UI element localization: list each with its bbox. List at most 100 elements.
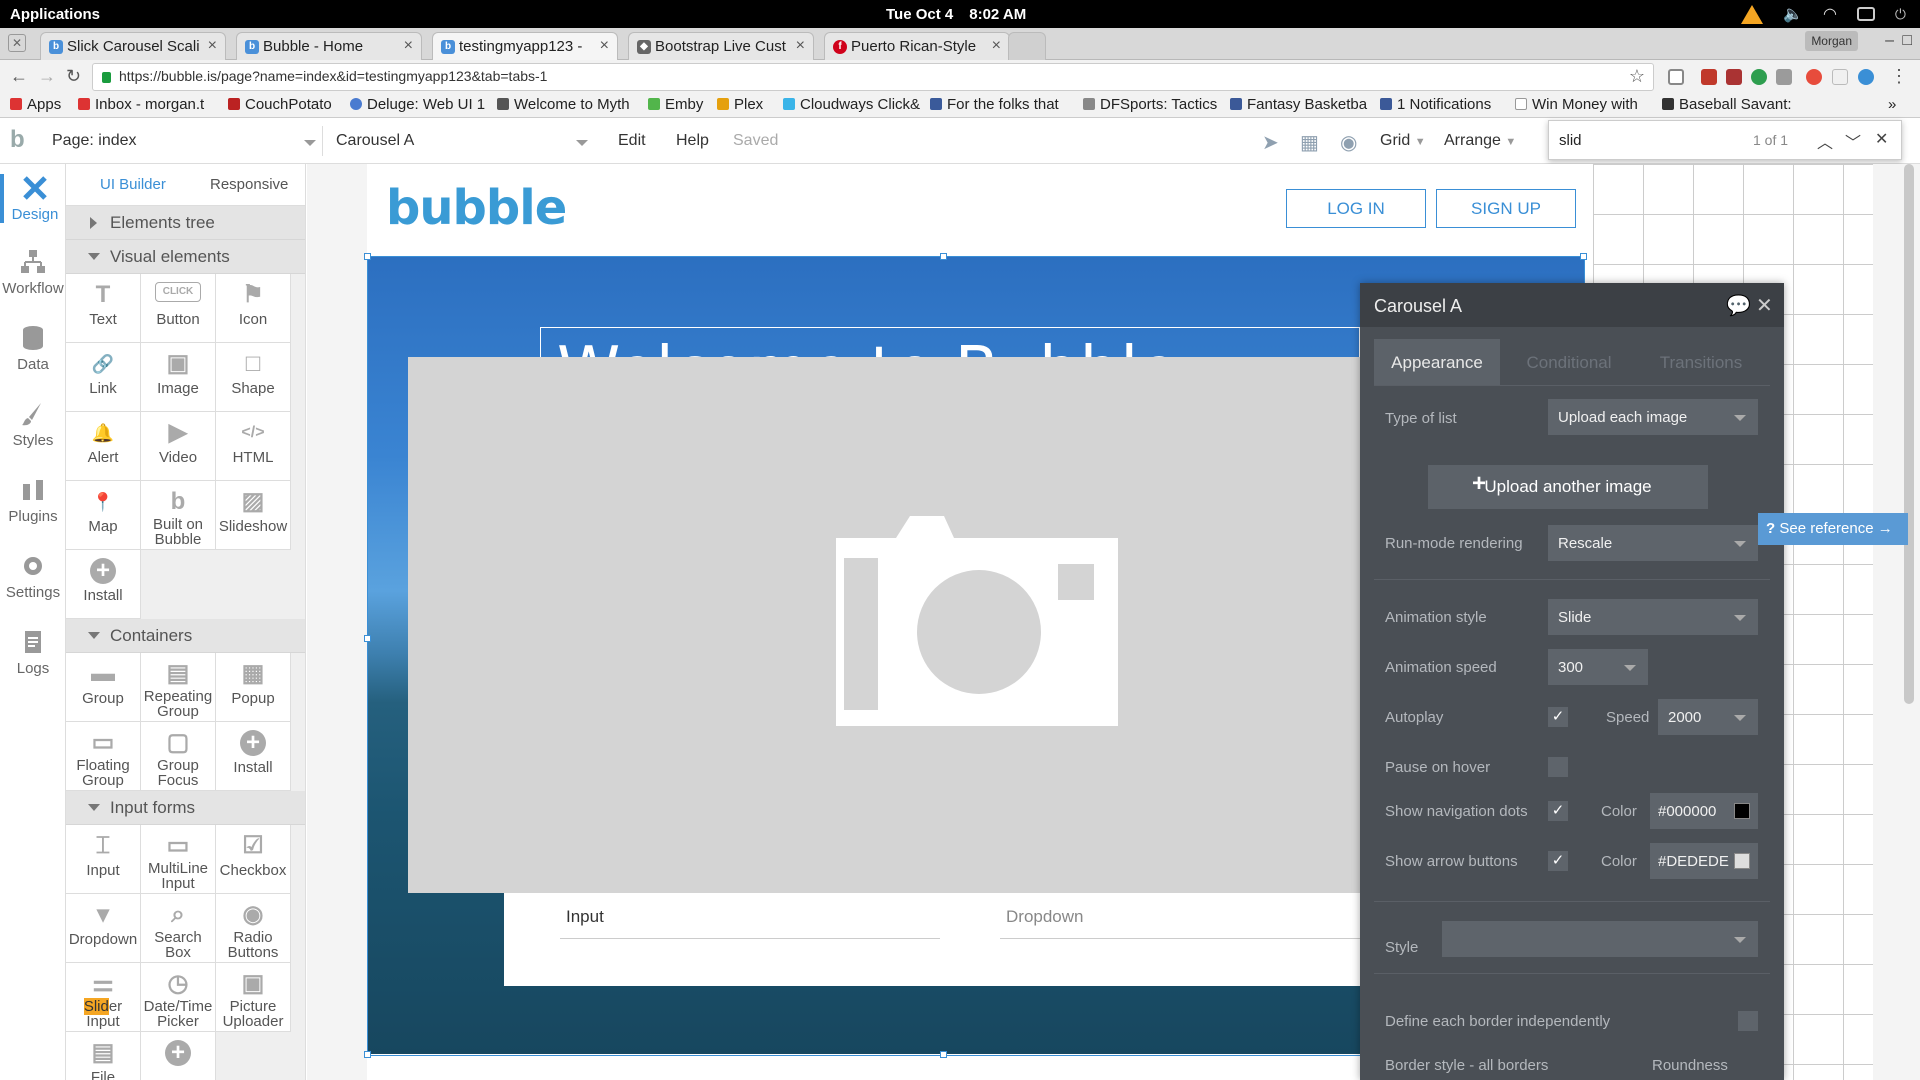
section-containers[interactable]: Containers — [66, 619, 305, 653]
type-of-list-dropdown[interactable]: Upload each image — [1548, 399, 1758, 435]
palette-item-built-on-bubble[interactable]: b Built on Bubble — [141, 481, 216, 550]
extension-icon[interactable] — [1701, 69, 1717, 85]
palette-item-popup[interactable]: ▦ Popup — [216, 653, 291, 722]
color-swatch[interactable] — [1734, 803, 1750, 819]
extension-icon[interactable] — [1858, 69, 1874, 85]
reload-icon[interactable]: ↻ — [66, 66, 81, 87]
palette-item-group[interactable]: ▬ Group — [66, 653, 141, 722]
signup-button[interactable]: SIGN UP — [1436, 189, 1576, 228]
volume-icon[interactable]: 🔈 — [1783, 4, 1803, 24]
palette-item-floating-group[interactable]: ▭ Floating Group — [66, 722, 141, 791]
bookmark[interactable]: Plex — [717, 96, 763, 113]
arrange-menu[interactable]: Arrange ▼ — [1444, 132, 1516, 150]
new-tab-button[interactable] — [1008, 32, 1046, 60]
forward-icon[interactable]: → — [38, 66, 56, 87]
rail-item-design[interactable]: Design — [0, 174, 66, 223]
animation-style-dropdown[interactable]: Slide — [1548, 599, 1758, 635]
pointer-icon[interactable]: ➤ — [1262, 130, 1279, 155]
tab-close-icon[interactable]: × — [600, 37, 609, 55]
rail-item-workflow[interactable]: Workflow — [0, 248, 66, 297]
section-elements-tree[interactable]: Elements tree — [66, 206, 305, 240]
resize-handle[interactable] — [940, 1051, 947, 1058]
more-bookmarks-icon[interactable]: » — [1888, 96, 1896, 113]
palette-item-shape[interactable]: □ Shape — [216, 343, 291, 412]
palette-item-input[interactable]: ⌶ Input — [66, 825, 141, 894]
bookmark[interactable]: Welcome to Myth — [497, 96, 630, 113]
palette-item-button[interactable]: CLICK Button — [141, 274, 216, 343]
tab-close-icon[interactable]: × — [796, 37, 805, 55]
extension-icon[interactable] — [1776, 69, 1792, 85]
element-selector[interactable]: Carousel A — [336, 126, 588, 156]
bookmark-star-icon[interactable]: ☆ — [1629, 66, 1645, 87]
login-button[interactable]: LOG IN — [1286, 189, 1426, 228]
browser-tab[interactable]: f Puerto Rican-Style × — [824, 32, 1010, 60]
palette-item-icon[interactable]: ⚑ Icon — [216, 274, 291, 343]
resize-handle[interactable] — [364, 253, 371, 260]
palette-item-link[interactable]: 🔗 Link — [66, 343, 141, 412]
border-independent-checkbox[interactable] — [1738, 1011, 1758, 1031]
cast-icon[interactable] — [1668, 69, 1684, 85]
bubble-logo[interactable]: bubble — [386, 180, 567, 236]
palette-item-group-focus[interactable]: ▢ Group Focus — [141, 722, 216, 791]
tab-ui-builder[interactable]: UI Builder — [100, 176, 166, 193]
palette-item-text[interactable]: T Text — [66, 274, 141, 343]
palette-item-map[interactable]: 📍 Map — [66, 481, 141, 550]
resize-handle[interactable] — [940, 253, 947, 260]
palette-item-checkbox[interactable]: ☑ Checkbox — [216, 825, 291, 894]
palette-item-picture-uploader[interactable]: ▣ Picture Uploader — [216, 963, 291, 1032]
panel-header[interactable]: Carousel A 💬 ✕ — [1360, 283, 1784, 327]
palette-item-install[interactable]: + — [141, 1032, 216, 1080]
bookmark[interactable]: DFSports: Tactics — [1083, 96, 1217, 113]
extension-icon[interactable] — [1832, 69, 1848, 85]
browser-tab[interactable]: b Slick Carousel Scali × — [40, 32, 226, 60]
autoplay-checkbox[interactable]: ✓ — [1548, 707, 1568, 727]
see-reference-button[interactable]: ? See reference → — [1758, 513, 1908, 545]
bookmark[interactable]: Apps — [10, 96, 61, 113]
section-visual-elements[interactable]: Visual elements — [66, 240, 305, 274]
bookmark[interactable]: Cloudways Click& — [783, 96, 920, 113]
find-next-icon[interactable]: ﹀ — [1845, 129, 1861, 153]
browser-tab[interactable]: ◆ Bootstrap Live Cust × — [628, 32, 814, 60]
clock[interactable]: Tue Oct 4 8:02 AM — [886, 6, 1042, 23]
palette-item-video[interactable]: ▶ Video — [141, 412, 216, 481]
tab-responsive[interactable]: Responsive — [210, 176, 288, 193]
arrow-color-input[interactable]: #DEDEDE — [1650, 843, 1758, 879]
bookmark[interactable]: For the folks that — [930, 96, 1059, 113]
palette-item-install[interactable]: + Install — [216, 722, 291, 791]
grid-menu[interactable]: Grid ▼ — [1380, 132, 1426, 150]
bookmark[interactable]: Deluge: Web UI 1 — [350, 96, 485, 113]
bookmark[interactable]: Inbox - morgan.t — [78, 96, 204, 113]
find-input[interactable]: slid — [1559, 132, 1582, 149]
resize-handle[interactable] — [1580, 253, 1587, 260]
battery-icon[interactable] — [1856, 7, 1875, 21]
upload-another-image-button[interactable]: + Upload another image — [1428, 465, 1708, 509]
bookmark[interactable]: Baseball Savant: — [1662, 96, 1792, 113]
bookmark[interactable]: Win Money with — [1515, 96, 1638, 113]
palette-item-slideshow[interactable]: ▨ Slideshow — [216, 481, 291, 550]
color-swatch[interactable] — [1734, 853, 1750, 869]
palette-item-multiline-input[interactable]: ▭ MultiLine Input — [141, 825, 216, 894]
wifi-icon[interactable]: ◠ — [1823, 4, 1837, 24]
run-mode-dropdown[interactable]: Rescale — [1548, 525, 1758, 561]
profile-button[interactable]: Morgan — [1805, 31, 1858, 51]
tab-conditional[interactable]: Conditional — [1506, 339, 1632, 385]
layout-icon[interactable]: ▦ — [1300, 130, 1319, 155]
resize-handle[interactable] — [364, 1051, 371, 1058]
palette-item-dropdown[interactable]: ▾ Dropdown — [66, 894, 141, 963]
url-input[interactable]: https://bubble.is/page?name=index&id=tes… — [92, 63, 1654, 91]
extension-icon[interactable] — [1726, 69, 1742, 85]
palette-item-image[interactable]: ▣ Image — [141, 343, 216, 412]
browser-tab-active[interactable]: b testingmyapp123 - × — [432, 32, 618, 60]
page-selector[interactable]: Page: index — [52, 126, 316, 156]
nav-dots-checkbox[interactable]: ✓ — [1548, 801, 1568, 821]
find-close-icon[interactable]: ✕ — [1875, 129, 1888, 149]
back-icon[interactable]: ← — [10, 66, 28, 87]
rail-item-logs[interactable]: Logs — [0, 628, 66, 677]
extension-icon[interactable] — [1806, 69, 1822, 85]
bookmark[interactable]: CouchPotato — [228, 96, 332, 113]
tab-transitions[interactable]: Transitions — [1638, 339, 1764, 385]
browser-menu-icon[interactable]: ⋮ — [1890, 66, 1908, 87]
find-prev-icon[interactable]: ︿ — [1817, 129, 1833, 153]
tab-close-icon[interactable]: × — [404, 37, 413, 55]
rail-item-plugins[interactable]: Plugins — [0, 476, 66, 525]
